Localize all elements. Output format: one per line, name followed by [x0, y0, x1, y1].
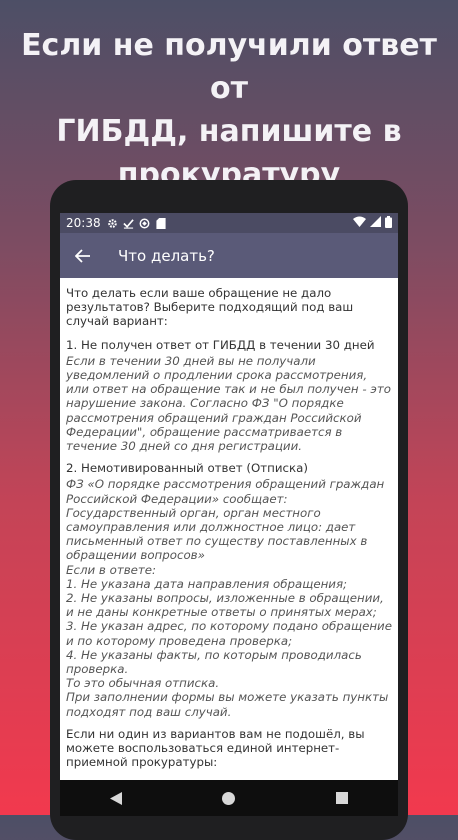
- nav-back-button[interactable]: [86, 780, 146, 816]
- home-circle-icon: [222, 791, 236, 805]
- list-item: 4. Не указаны факты, по которым проводил…: [66, 647, 362, 677]
- outro-text: Если ни один из вариантов вам не подошёл…: [66, 726, 365, 770]
- back-button[interactable]: [64, 233, 102, 278]
- status-right-icons: [353, 215, 392, 231]
- nav-recents-button[interactable]: [312, 780, 372, 816]
- recents-square-icon: [335, 792, 348, 804]
- arrow-left-icon: [75, 248, 90, 263]
- page-title: Что делать?: [118, 246, 215, 265]
- section-2-conclusion: То это обычная отписка.: [66, 676, 220, 691]
- section-2-body: ФЗ «О порядке рассмотрения обращений гра…: [66, 477, 392, 718]
- section-2-condition: Если в ответе:: [66, 562, 157, 577]
- promo-headline: Если не получили ответ от ГИБДД, напишит…: [0, 24, 458, 196]
- navigation-bar: [60, 780, 398, 816]
- status-bar: 20:38: [60, 213, 398, 233]
- phone-screen: 20:38 Что делать? Что делать если ваше о…: [60, 213, 398, 813]
- status-time: 20:38: [66, 216, 101, 230]
- nav-home-button[interactable]: [199, 780, 259, 816]
- back-triangle-icon: [110, 791, 123, 805]
- check-icon: [123, 217, 135, 229]
- intro-text: Что делать если ваше обращение не дало р…: [66, 286, 354, 329]
- sd-card-icon: [155, 217, 167, 229]
- section-1-body: Если в течении 30 дней вы не получали ув…: [66, 353, 391, 454]
- signal-icon: [370, 216, 381, 230]
- app-bar: Что делать?: [60, 233, 398, 278]
- sync-icon: [139, 217, 151, 229]
- battery-icon: [385, 215, 392, 231]
- list-item: 1. Не указана дата направления обращения…: [66, 576, 348, 591]
- wifi-icon: [353, 216, 366, 230]
- section-2-paragraph: ФЗ «О порядке рассмотрения обращений гра…: [66, 477, 385, 563]
- article-content: Что делать если ваше обращение не дало р…: [60, 278, 398, 770]
- section-2-title: 2. Немотивированный ответ (Отписка): [66, 461, 308, 476]
- gear-icon: [107, 217, 119, 229]
- section-1-title: 1. Не получен ответ от ГИБДД в течении 3…: [66, 337, 375, 352]
- list-item: 2. Не указаны вопросы, изложенные в обра…: [66, 591, 384, 620]
- section-2-hint: При заполнении формы вы можете указать п…: [66, 690, 389, 719]
- list-item: 3. Не указан адрес, по которому подано о…: [66, 619, 392, 648]
- headline-line-2: ГИБДД, напишите в: [56, 114, 402, 149]
- headline-line-1: Если не получили ответ от: [21, 28, 437, 106]
